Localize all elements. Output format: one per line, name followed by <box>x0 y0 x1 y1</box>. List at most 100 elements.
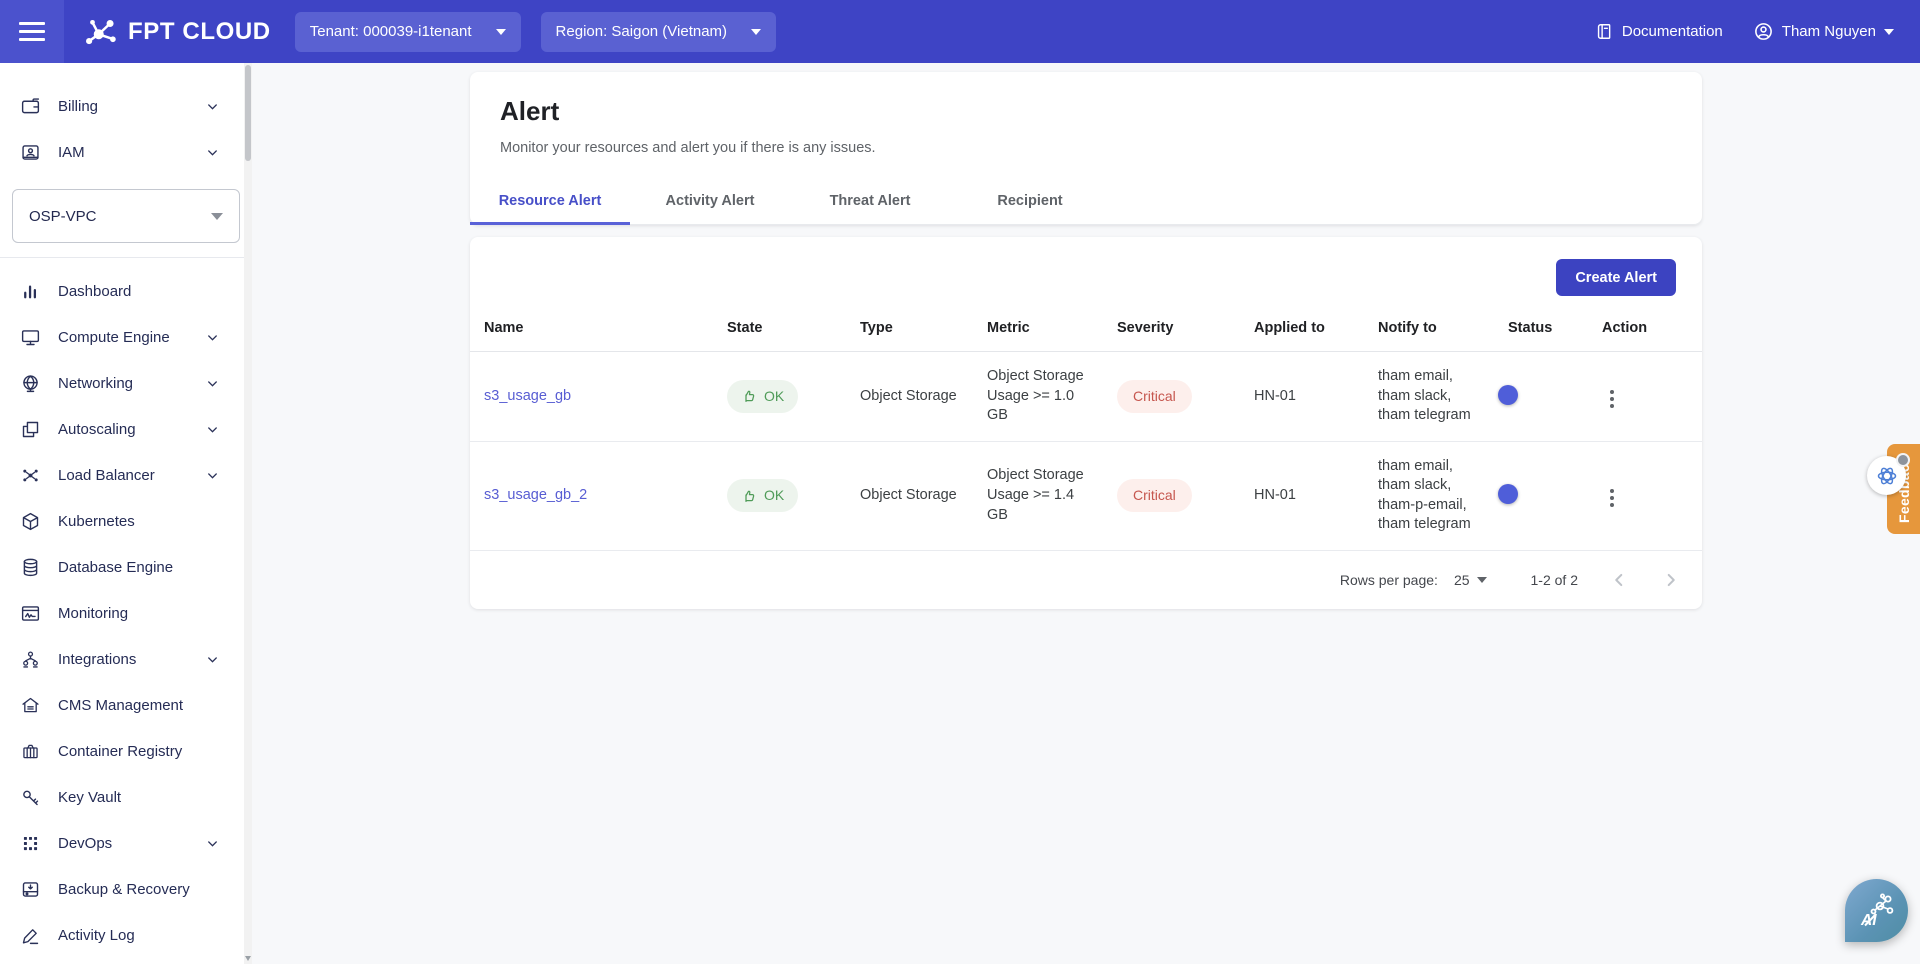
globe-icon <box>20 373 41 394</box>
chevron-down-icon <box>205 422 220 437</box>
col-metric: Metric <box>973 306 1103 352</box>
thumbs-up-icon <box>741 388 757 404</box>
table-pagination: Rows per page: 25 1-2 of 2 <box>470 551 1702 609</box>
sidebar-item-cms-management[interactable]: CMS Management <box>0 682 252 728</box>
chevron-down-icon <box>1884 29 1894 35</box>
alert-tabs: Resource Alert Activity Alert Threat Ale… <box>470 180 1702 225</box>
thumbs-up-icon <box>741 488 757 504</box>
severity-badge: Critical <box>1117 380 1192 413</box>
alert-notify-to: tham email, tham slack, tham-p-email, th… <box>1364 441 1494 550</box>
previous-page-button[interactable] <box>1608 569 1630 591</box>
chevron-down-icon <box>205 330 220 345</box>
tab-threat-alert[interactable]: Threat Alert <box>790 180 950 225</box>
sidebar-item-compute-engine[interactable]: Compute Engine <box>0 314 252 360</box>
sidebar-item-iam[interactable]: IAM <box>0 129 252 175</box>
page-subtitle: Monitor your resources and alert you if … <box>470 140 1702 156</box>
user-menu[interactable]: Tham Nguyen <box>1753 21 1894 42</box>
scrollbar-thumb[interactable] <box>245 65 251 161</box>
database-icon <box>20 557 41 578</box>
chevron-down-icon <box>205 376 220 391</box>
col-applied-to: Applied to <box>1240 306 1364 352</box>
chevron-left-icon <box>1608 569 1630 591</box>
sidebar-item-activity-log[interactable]: Activity Log <box>0 912 252 958</box>
key-icon <box>20 787 41 808</box>
sidebar-scrollbar[interactable] <box>244 63 252 964</box>
alert-table-card: Create Alert Name State Type Metric Seve… <box>470 237 1702 609</box>
alert-type: Object Storage <box>846 441 973 550</box>
pagination-range: 1-2 of 2 <box>1531 572 1578 588</box>
alert-header-card: Alert Monitor your resources and alert y… <box>470 72 1702 225</box>
alert-applied-to: HN-01 <box>1240 441 1364 550</box>
user-avatar-icon <box>1753 21 1774 42</box>
chevron-down-icon <box>205 652 220 667</box>
col-name: Name <box>470 306 713 352</box>
feedback-assistant-badge[interactable] <box>1867 456 1906 495</box>
alert-applied-to: HN-01 <box>1240 352 1364 442</box>
sidebar-divider <box>0 257 252 258</box>
chevron-down-icon <box>1477 577 1487 583</box>
wallet-icon <box>20 96 41 117</box>
col-status: Status <box>1494 306 1588 352</box>
sidebar-item-key-vault[interactable]: Key Vault <box>0 774 252 820</box>
vpc-selector[interactable]: OSP-VPC <box>12 189 240 243</box>
state-badge-ok: OK <box>727 479 798 512</box>
ai-assistant-button[interactable]: AI <box>1845 879 1908 942</box>
documentation-label: Documentation <box>1622 23 1723 40</box>
rows-per-page-label: Rows per page: <box>1340 572 1438 588</box>
fpt-cloud-logo[interactable]: FPT CLOUD <box>84 17 271 47</box>
chevron-down-icon <box>751 29 761 35</box>
alert-metric: Object Storage Usage >= 1.4 GB <box>973 441 1103 550</box>
alert-name-link[interactable]: s3_usage_gb <box>484 388 571 404</box>
sidebar-item-monitoring[interactable]: Monitoring <box>0 590 252 636</box>
region-selector[interactable]: Region: Saigon (Vietnam) <box>541 12 777 52</box>
alert-notify-to: tham email, tham slack, tham telegram <box>1364 352 1494 442</box>
monitor-icon <box>20 327 41 348</box>
hamburger-menu-button[interactable] <box>0 0 64 63</box>
alert-name-link[interactable]: s3_usage_gb_2 <box>484 487 587 503</box>
sidebar-item-kubernetes[interactable]: Kubernetes <box>0 498 252 544</box>
cms-icon <box>20 695 41 716</box>
sidebar-item-autoscaling[interactable]: Autoscaling <box>0 406 252 452</box>
documentation-link[interactable]: Documentation <box>1595 22 1723 41</box>
sidebar-item-devops[interactable]: DevOps <box>0 820 252 866</box>
sidebar-item-dashboard[interactable]: Dashboard <box>0 268 252 314</box>
create-alert-button[interactable]: Create Alert <box>1556 259 1676 296</box>
nodes-icon <box>20 465 41 486</box>
sidebar-item-load-balancer[interactable]: Load Balancer <box>0 452 252 498</box>
tab-recipient[interactable]: Recipient <box>950 180 1110 225</box>
sidebar-item-container-registry[interactable]: Container Registry <box>0 728 252 774</box>
sidebar-item-billing[interactable]: Billing <box>0 83 252 129</box>
row-actions-menu-button[interactable] <box>1602 485 1622 511</box>
state-badge-ok: OK <box>727 380 798 413</box>
tab-resource-alert[interactable]: Resource Alert <box>470 180 630 225</box>
tenant-selector[interactable]: Tenant: 000039-i1tenant <box>295 12 521 52</box>
container-icon <box>20 741 41 762</box>
monitoring-icon <box>20 603 41 624</box>
sidebar-item-networking[interactable]: Networking <box>0 360 252 406</box>
cube-icon <box>20 511 41 532</box>
sidebar-item-integrations[interactable]: Integrations <box>0 636 252 682</box>
col-state: State <box>713 306 846 352</box>
tenant-label: Tenant: 000039-i1tenant <box>310 23 472 40</box>
header-right-group: Documentation Tham Nguyen <box>1595 21 1920 42</box>
col-action: Action <box>1588 306 1702 352</box>
scrollbar-down-arrow[interactable] <box>245 956 251 961</box>
table-header-row: Name State Type Metric Severity Applied … <box>470 306 1702 352</box>
knot-icon <box>1875 464 1899 488</box>
chevron-down-icon <box>205 99 220 114</box>
backup-drive-icon <box>20 879 41 900</box>
hamburger-icon <box>19 22 45 41</box>
alert-metric: Object Storage Usage >= 1.0 GB <box>973 352 1103 442</box>
row-actions-menu-button[interactable] <box>1602 386 1622 412</box>
table-row: s3_usage_gb_2 OK Object Storage Object S… <box>470 441 1702 550</box>
rows-per-page-select[interactable]: 25 <box>1454 572 1487 588</box>
tab-activity-alert[interactable]: Activity Alert <box>630 180 790 225</box>
col-notify-to: Notify to <box>1364 306 1494 352</box>
id-card-icon <box>20 142 41 163</box>
next-page-button[interactable] <box>1660 569 1682 591</box>
sidebar-item-database-engine[interactable]: Database Engine <box>0 544 252 590</box>
top-header: FPT CLOUD Tenant: 000039-i1tenant Region… <box>0 0 1920 63</box>
ai-molecule-icon: AI <box>1855 889 1899 933</box>
sidebar-item-backup-recovery[interactable]: Backup & Recovery <box>0 866 252 912</box>
main-content: Alert Monitor your resources and alert y… <box>252 63 1920 964</box>
